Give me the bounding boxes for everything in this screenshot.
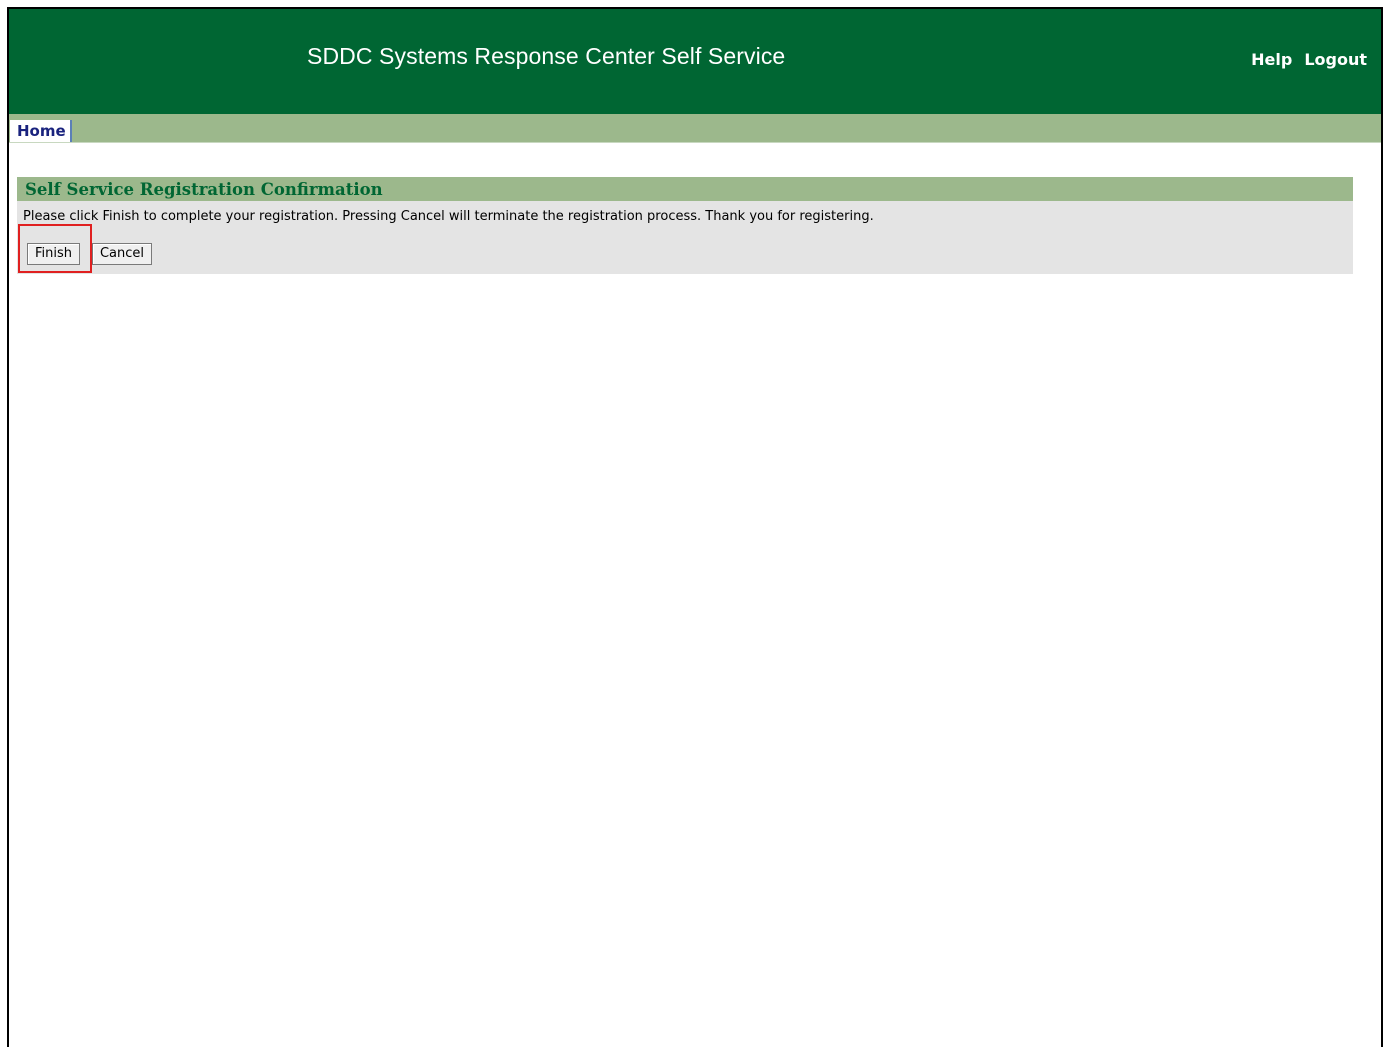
app-header: SDDC Systems Response Center Self Servic… bbox=[9, 9, 1381, 114]
cancel-button[interactable]: Cancel bbox=[92, 243, 152, 265]
page-frame: SDDC Systems Response Center Self Servic… bbox=[7, 7, 1383, 1047]
app-title: SDDC Systems Response Center Self Servic… bbox=[307, 43, 786, 69]
confirmation-message: Please click Finish to complete your reg… bbox=[23, 209, 874, 224]
header-links: Help Logout bbox=[1251, 50, 1367, 69]
help-link[interactable]: Help bbox=[1251, 50, 1292, 69]
finish-button[interactable]: Finish bbox=[27, 243, 80, 265]
panel-title: Self Service Registration Confirmation bbox=[17, 177, 1353, 201]
tab-home[interactable]: Home bbox=[10, 120, 72, 142]
registration-confirmation-panel: Self Service Registration Confirmation P… bbox=[17, 177, 1353, 274]
tab-bar: Home bbox=[9, 114, 1381, 143]
logout-link[interactable]: Logout bbox=[1304, 50, 1367, 69]
